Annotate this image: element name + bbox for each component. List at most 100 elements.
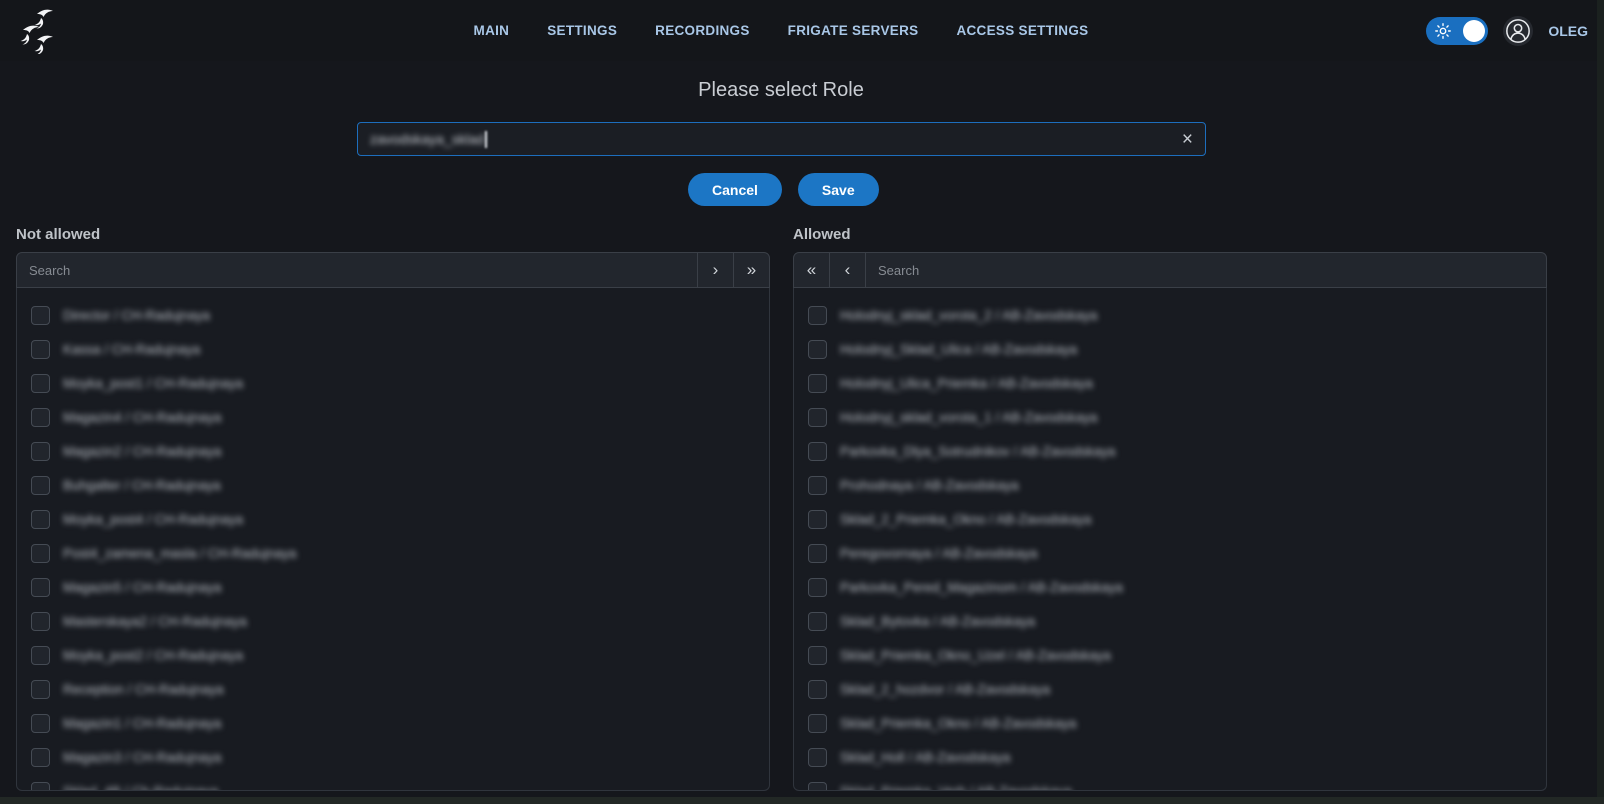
move-all-right-button[interactable]: » [733, 253, 769, 287]
nav-link[interactable]: MAIN [474, 23, 510, 38]
nav-link[interactable]: SETTINGS [547, 23, 617, 38]
list-item: Sklad_4B / Ch-Radujnaya [31, 774, 769, 791]
role-input[interactable]: zavodskaya_sklad × [357, 122, 1206, 156]
item-label: Buhgalter / CH-Radujnaya [63, 478, 221, 493]
vertical-scrollbar[interactable] [1597, 0, 1604, 804]
item-checkbox[interactable] [31, 306, 50, 325]
allowed-title: Allowed [793, 226, 1547, 252]
move-right-button[interactable]: › [697, 253, 733, 287]
list-item: Holodnyj_sklad_vorota_2 / AB-Zavodskaya [808, 298, 1546, 332]
item-checkbox[interactable] [31, 782, 50, 792]
list-item: Sklad_Priemka_Okno_Uzel / AB-Zavodskaya [808, 638, 1546, 672]
item-label: Sklad_Priemka_Verh / AB-Zavodskaya [840, 784, 1072, 792]
item-label: Magazin2 / CH-Radujnaya [63, 444, 221, 459]
list-item: Magazin1 / CH-Radujnaya [31, 706, 769, 740]
item-checkbox[interactable] [808, 680, 827, 699]
list-item: Holodnyj_Sklad_Ulica / AB-Zavodskaya [808, 332, 1546, 366]
not-allowed-list: Director / CH-Radujnaya Kassa / CH-Raduj… [16, 288, 770, 791]
save-button[interactable]: Save [798, 173, 879, 206]
list-item: Director / CH-Radujnaya [31, 298, 769, 332]
sun-icon [1435, 23, 1451, 44]
item-label: Parkovka_Dlya_Sotrudnikov / AB-Zavodskay… [840, 444, 1115, 459]
list-item: Sklad_Holl / AB-Zavodskaya [808, 740, 1546, 774]
item-checkbox[interactable] [808, 510, 827, 529]
item-label: Moyka_post1 / CH-Radujnaya [63, 376, 243, 391]
item-checkbox[interactable] [808, 340, 827, 359]
item-checkbox[interactable] [31, 612, 50, 631]
allowed-panel: Allowed « ‹ Holodnyj_sklad_vorota_2 / AB… [793, 226, 1547, 791]
item-checkbox[interactable] [31, 476, 50, 495]
list-item: Kassa / CH-Radujnaya [31, 332, 769, 366]
item-checkbox[interactable] [31, 442, 50, 461]
item-checkbox[interactable] [808, 544, 827, 563]
item-checkbox[interactable] [31, 578, 50, 597]
nav-link[interactable]: FRIGATE SERVERS [788, 23, 919, 38]
list-item: Buhgalter / CH-Radujnaya [31, 468, 769, 502]
item-checkbox[interactable] [808, 306, 827, 325]
username[interactable]: OLEG [1548, 23, 1588, 39]
list-item: Masterskaya2 / CH-Radujnaya [31, 604, 769, 638]
user-avatar-icon[interactable] [1503, 16, 1533, 46]
list-item: Magazin4 / CH-Radujnaya [31, 400, 769, 434]
item-checkbox[interactable] [31, 646, 50, 665]
move-all-left-button[interactable]: « [794, 253, 830, 287]
item-checkbox[interactable] [31, 340, 50, 359]
item-checkbox[interactable] [31, 680, 50, 699]
item-checkbox[interactable] [808, 442, 827, 461]
not-allowed-search-input[interactable] [17, 253, 697, 287]
item-label: Sklad_2_Priemka_Okno / AB-Zavodskaya [840, 512, 1091, 527]
nav-link[interactable]: RECORDINGS [655, 23, 750, 38]
horizontal-scrollbar[interactable] [0, 797, 1604, 804]
item-checkbox[interactable] [808, 374, 827, 393]
allowed-list: Holodnyj_sklad_vorota_2 / AB-Zavodskaya … [793, 288, 1547, 791]
nav-link[interactable]: ACCESS SETTINGS [956, 23, 1088, 38]
list-item: Sklad_2_hozdvor / AB-Zavodskaya [808, 672, 1546, 706]
item-label: Prohodnaya / AB-Zavodskaya [840, 478, 1019, 493]
role-input-value: zavodskaya_sklad [370, 131, 484, 147]
frigate-logo-icon[interactable] [16, 8, 62, 54]
list-item: Magazin2 / CH-Radujnaya [31, 434, 769, 468]
dialog-buttons: Cancel Save [688, 173, 879, 206]
item-label: Holodnyj_sklad_vorota_2 / AB-Zavodskaya [840, 308, 1097, 323]
item-checkbox[interactable] [31, 374, 50, 393]
list-item: Sklad_Bytovka / AB-Zavodskaya [808, 604, 1546, 638]
allowed-search-input[interactable] [866, 253, 1546, 287]
item-label: Sklad_Holl / AB-Zavodskaya [840, 750, 1010, 765]
item-label: Moyka_post4 / CH-Radujnaya [63, 512, 243, 527]
item-checkbox[interactable] [31, 544, 50, 563]
item-checkbox[interactable] [31, 408, 50, 427]
item-checkbox[interactable] [808, 714, 827, 733]
list-item: Holodnyj_sklad_vorota_1 / AB-Zavodskaya [808, 400, 1546, 434]
list-item: Post4_zamena_masla / CH-Radujnaya [31, 536, 769, 570]
list-item: Holodnyj_Ulica_Priemka / AB-Zavodskaya [808, 366, 1546, 400]
list-item: Peregovornaya / AB-Zavodskaya [808, 536, 1546, 570]
item-checkbox[interactable] [808, 748, 827, 767]
item-checkbox[interactable] [808, 782, 827, 792]
cancel-button[interactable]: Cancel [688, 173, 782, 206]
item-label: Moyka_post2 / CH-Radujnaya [63, 648, 243, 663]
item-checkbox[interactable] [31, 748, 50, 767]
item-label: Director / CH-Radujnaya [63, 308, 210, 323]
clear-icon[interactable]: × [1182, 130, 1193, 149]
not-allowed-search-row: › » [16, 252, 770, 288]
item-label: Reception / CH-Radujnaya [63, 682, 224, 697]
item-checkbox[interactable] [808, 612, 827, 631]
item-checkbox[interactable] [808, 578, 827, 597]
item-label: Sklad_4B / Ch-Radujnaya [63, 784, 218, 792]
item-checkbox[interactable] [808, 408, 827, 427]
item-label: Holodnyj_Sklad_Ulica / AB-Zavodskaya [840, 342, 1077, 357]
main-nav: MAIN SETTINGS RECORDINGS FRIGATE SERVERS… [474, 23, 1089, 38]
item-checkbox[interactable] [808, 476, 827, 495]
item-checkbox[interactable] [31, 510, 50, 529]
list-item: Magazin5 / CH-Radujnaya [31, 570, 769, 604]
list-item: Moyka_post4 / CH-Radujnaya [31, 502, 769, 536]
move-left-button[interactable]: ‹ [830, 253, 866, 287]
list-item: Parkovka_Pered_Magazinom / AB-Zavodskaya [808, 570, 1546, 604]
list-item: Reception / CH-Radujnaya [31, 672, 769, 706]
list-item: Sklad_Priemka_Verh / AB-Zavodskaya [808, 774, 1546, 791]
item-checkbox[interactable] [31, 714, 50, 733]
item-label: Sklad_Priemka_Okno / AB-Zavodskaya [840, 716, 1076, 731]
item-checkbox[interactable] [808, 646, 827, 665]
theme-toggle[interactable] [1426, 17, 1488, 45]
item-label: Masterskaya2 / CH-Radujnaya [63, 614, 247, 629]
